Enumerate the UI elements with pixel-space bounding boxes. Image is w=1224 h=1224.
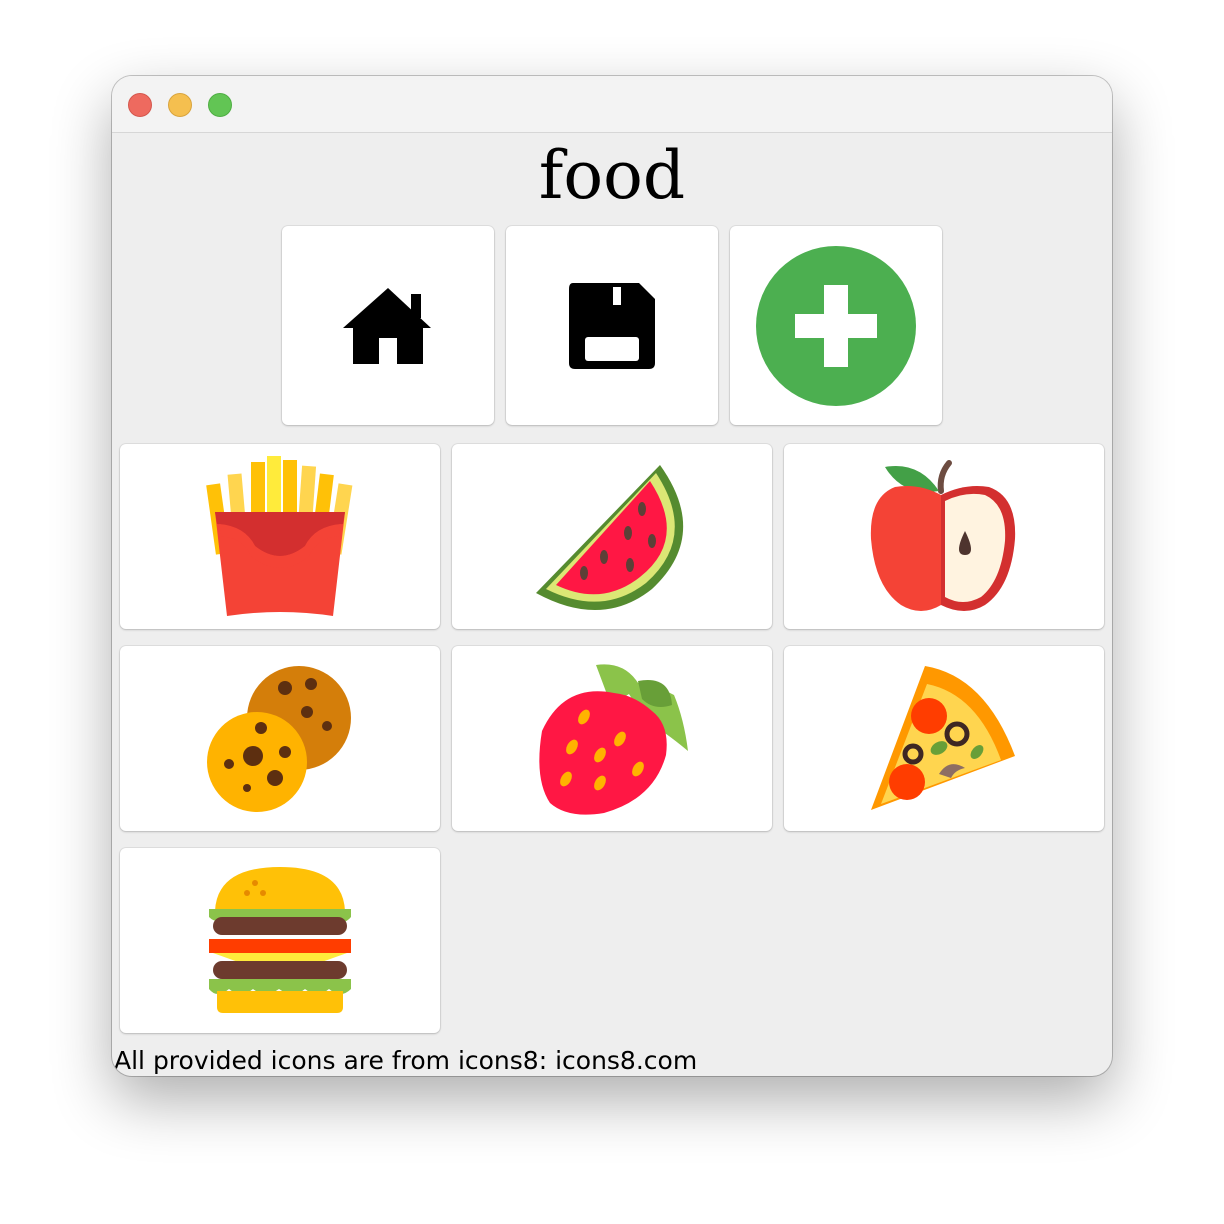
- cookies-icon: [207, 665, 351, 812]
- watermelon-icon: [536, 464, 684, 610]
- app-window: food All provided icons are from icons8:…: [112, 76, 1112, 1076]
- item-hamburger[interactable]: [120, 848, 440, 1033]
- minimize-window-button[interactable]: [168, 93, 192, 117]
- hamburger-icon: [209, 866, 351, 1013]
- home-button[interactable]: [282, 226, 494, 425]
- apple-icon: [870, 459, 1016, 611]
- plus-circle-icon: [756, 245, 916, 406]
- zoom-window-button[interactable]: [208, 93, 232, 117]
- add-button[interactable]: [730, 226, 942, 425]
- close-window-button[interactable]: [128, 93, 152, 117]
- floppy-disk-icon: [569, 282, 655, 369]
- save-button[interactable]: [506, 226, 718, 425]
- home-icon: [343, 287, 431, 364]
- item-french-fries[interactable]: [120, 444, 440, 629]
- item-cookies[interactable]: [120, 646, 440, 831]
- pizza-icon: [871, 665, 1015, 810]
- strawberry-icon: [539, 663, 688, 815]
- page-title: food: [538, 137, 686, 214]
- item-pizza[interactable]: [784, 646, 1104, 831]
- item-strawberry[interactable]: [452, 646, 772, 831]
- attribution-footer: All provided icons are from icons8: icon…: [114, 1046, 698, 1075]
- title-bar: [112, 76, 1112, 133]
- item-watermelon[interactable]: [452, 444, 772, 629]
- item-apple[interactable]: [784, 444, 1104, 629]
- french-fries-icon: [206, 456, 353, 616]
